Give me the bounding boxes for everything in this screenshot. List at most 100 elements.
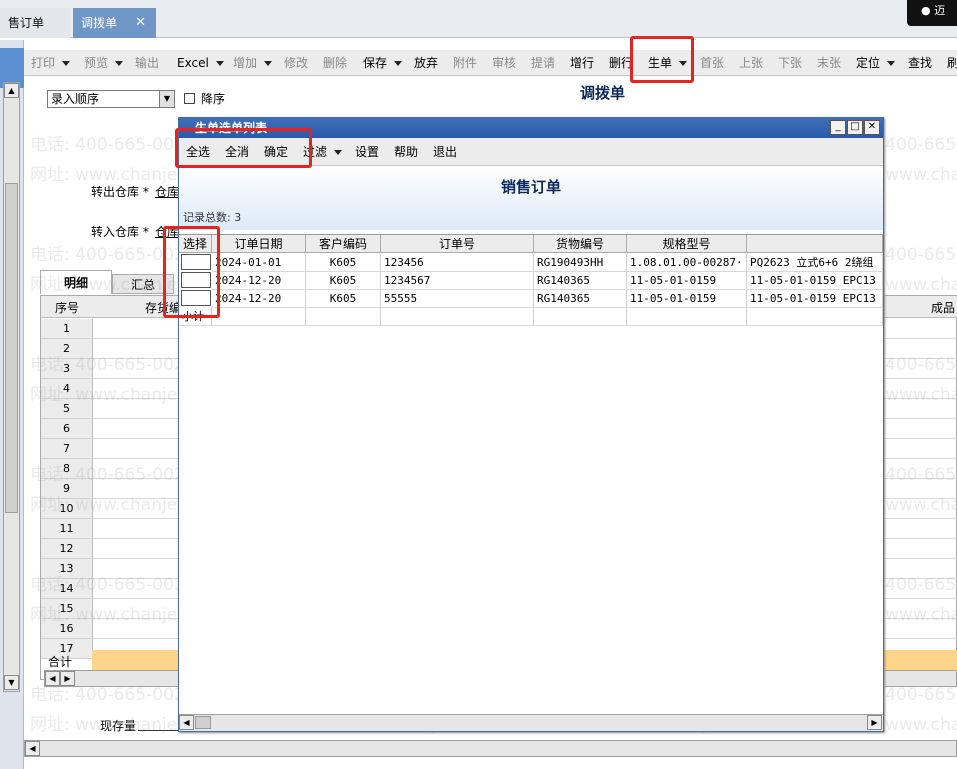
deselect-all-button[interactable]: 全消 [225, 138, 249, 166]
scroll-up-icon[interactable]: ▲ [4, 83, 19, 98]
row-number[interactable]: 3 [41, 359, 93, 379]
filter-button[interactable]: 过滤 [303, 138, 343, 166]
scroll-left-icon[interactable]: ◀ [45, 671, 60, 686]
sort-order-select[interactable]: 录入顺序 ▼ [47, 90, 175, 108]
edit-button[interactable]: 修改 [284, 50, 308, 76]
main-vertical-scrollbar[interactable]: ▲ ▼ [3, 82, 20, 692]
table-cell[interactable]: RG190493HH [534, 254, 627, 272]
row-number[interactable]: 11 [41, 519, 93, 539]
col-order-date-header[interactable]: 订单日期 [212, 235, 306, 253]
tab-sales-order[interactable]: 售订单 [0, 8, 70, 38]
col-item-no-header[interactable]: 货物编号 [534, 235, 627, 253]
table-cell[interactable]: 1.08.01.00-00287· [627, 254, 747, 272]
table-cell[interactable]: K605 [306, 254, 381, 272]
add-row-button[interactable]: 增行 [570, 50, 594, 76]
scroll-left-icon[interactable]: ◀ [25, 741, 40, 756]
print-button[interactable]: 打印 [31, 50, 71, 76]
add-button[interactable]: 增加 [233, 50, 273, 76]
maximize-icon[interactable]: □ [847, 120, 863, 135]
col-order-no-header[interactable]: 订单号 [381, 235, 534, 253]
row-number[interactable]: 13 [41, 559, 93, 579]
locate-button[interactable]: 定位 [856, 50, 896, 76]
table-cell[interactable]: 123456 [381, 254, 534, 272]
table-cell[interactable]: PQ2623 立式6+6 2绕组 [747, 254, 883, 272]
row-number[interactable]: 14 [41, 579, 93, 599]
table-cell[interactable]: 2024-01-01 [212, 254, 306, 272]
col-customer-code-header[interactable]: 客户编码 [306, 235, 381, 253]
scroll-left-icon[interactable]: ◀ [179, 715, 194, 730]
select-all-button[interactable]: 全选 [186, 138, 210, 166]
attachment-button[interactable]: 附件 [453, 50, 477, 76]
row-number[interactable]: 6 [41, 419, 93, 439]
row-number[interactable]: 9 [41, 479, 93, 499]
help-button[interactable]: 帮助 [394, 138, 418, 166]
row-number[interactable]: 12 [41, 539, 93, 559]
dialog-title-bar[interactable]: 生单选单列表 [179, 118, 883, 138]
scroll-right-icon[interactable]: ▶ [867, 715, 882, 730]
scroll-right-icon[interactable]: ▶ [60, 671, 75, 686]
discard-button[interactable]: 放弃 [414, 50, 438, 76]
row-number[interactable]: 1 [41, 319, 93, 339]
submit-button[interactable]: 提请 [531, 50, 555, 76]
table-cell[interactable]: 11-05-01-0159 [627, 272, 747, 290]
row-number[interactable]: 10 [41, 499, 93, 519]
delete-row-button[interactable]: 删行 [609, 50, 633, 76]
table-cell[interactable]: 11-05-01-0159 EPC13 [747, 290, 883, 308]
in-warehouse-field[interactable]: 仓库 [155, 223, 179, 240]
table-cell[interactable]: RG140365 [534, 272, 627, 290]
notification-badge[interactable]: ● 迈 [907, 0, 957, 26]
close-icon[interactable]: ✕ [864, 120, 880, 135]
minimize-icon[interactable]: _ [830, 120, 846, 135]
descending-checkbox[interactable] [184, 93, 195, 104]
col-select-header[interactable]: 选择 [179, 235, 212, 253]
generate-order-button[interactable]: 生单 [648, 50, 688, 76]
next-record-button[interactable]: 下张 [778, 50, 802, 76]
excel-button[interactable]: Excel [177, 50, 224, 76]
col-spec-header[interactable]: 规格型号 [627, 235, 747, 253]
first-record-button[interactable]: 首张 [700, 50, 724, 76]
export-button[interactable]: 输出 [135, 50, 159, 76]
audit-button[interactable]: 审核 [492, 50, 516, 76]
row-number[interactable]: 15 [41, 599, 93, 619]
chevron-down-icon[interactable]: ▼ [159, 91, 174, 107]
scrollbar-thumb[interactable] [5, 183, 18, 513]
table-cell[interactable]: 11-05-01-0159 [627, 290, 747, 308]
preview-button[interactable]: 预览 [84, 50, 124, 76]
row-number[interactable]: 16 [41, 619, 93, 639]
search-button[interactable]: 查找 [908, 50, 932, 76]
settings-button[interactable]: 设置 [355, 138, 379, 166]
row-number[interactable]: 8 [41, 459, 93, 479]
select-checkbox[interactable] [181, 254, 211, 270]
tab-detail[interactable]: 明细 [40, 270, 112, 294]
previous-record-button[interactable]: 上张 [739, 50, 763, 76]
tab-summary[interactable]: 汇总 [112, 274, 174, 294]
table-cell[interactable]: 1234567 [381, 272, 534, 290]
table-cell[interactable]: K605 [306, 272, 381, 290]
delete-button[interactable]: 删除 [323, 50, 347, 76]
row-number[interactable]: 7 [41, 439, 93, 459]
save-button[interactable]: 保存 [363, 50, 403, 76]
row-number[interactable]: 4 [41, 379, 93, 399]
out-warehouse-field[interactable]: 仓库 [155, 183, 179, 200]
table-cell[interactable]: 2024-12-20 [212, 290, 306, 308]
exit-button[interactable]: 退出 [433, 138, 457, 166]
refresh-button[interactable]: 刷 [947, 50, 957, 76]
confirm-button[interactable]: 确定 [264, 138, 288, 166]
select-checkbox[interactable] [181, 272, 211, 288]
table-cell[interactable]: K605 [306, 290, 381, 308]
close-icon[interactable]: ✕ [135, 8, 146, 38]
table-cell[interactable]: RG140365 [534, 290, 627, 308]
table-cell[interactable]: 11-05-01-0159 EPC13 [747, 272, 883, 290]
col-extra-header[interactable] [747, 235, 883, 253]
row-number[interactable]: 5 [41, 399, 93, 419]
row-number[interactable]: 2 [41, 339, 93, 359]
last-record-button[interactable]: 末张 [817, 50, 841, 76]
tab-transfer-order[interactable]: 调拨单 ✕ [73, 8, 156, 38]
select-checkbox[interactable] [181, 290, 211, 306]
table-cell[interactable]: 2024-12-20 [212, 272, 306, 290]
page-horizontal-scrollbar[interactable]: ◀ [24, 740, 957, 757]
table-cell[interactable]: 55555 [381, 290, 534, 308]
scroll-down-icon[interactable]: ▼ [4, 675, 19, 690]
dialog-horizontal-scrollbar[interactable]: ◀ ▶ [179, 714, 883, 731]
scrollbar-thumb[interactable] [195, 716, 211, 729]
